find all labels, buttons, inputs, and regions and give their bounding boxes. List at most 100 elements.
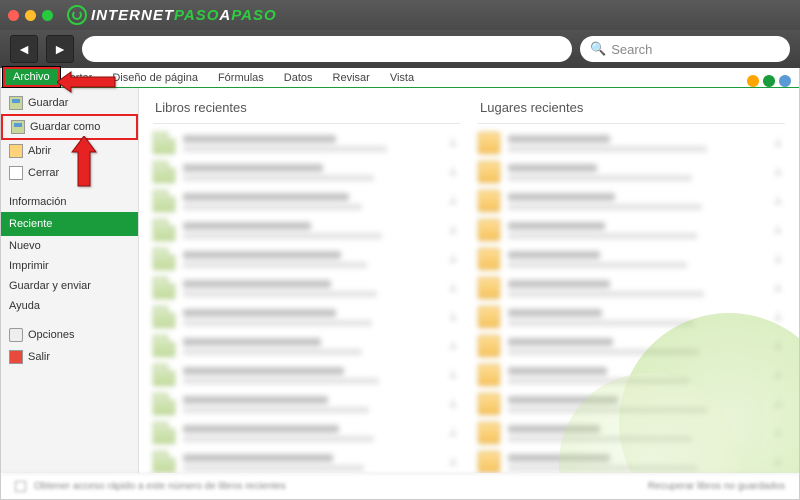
annotation-arrow-guardar-como bbox=[71, 136, 97, 193]
tab-vista[interactable]: Vista bbox=[380, 69, 424, 87]
folder-icon bbox=[478, 335, 500, 357]
list-item[interactable]: ⟂ bbox=[153, 420, 460, 446]
pin-icon[interactable]: ⟂ bbox=[446, 426, 460, 440]
folder-icon bbox=[478, 422, 500, 444]
menu-opciones[interactable]: Opciones bbox=[1, 324, 138, 346]
folder-icon bbox=[478, 364, 500, 386]
pin-icon[interactable]: ⟂ bbox=[446, 310, 460, 324]
minimize-window-icon[interactable] bbox=[25, 10, 36, 21]
ribbon-icon-2[interactable] bbox=[763, 75, 775, 87]
excel-file-icon bbox=[153, 132, 175, 154]
list-item[interactable]: ⟂ bbox=[153, 246, 460, 272]
tab-diseno[interactable]: Diseño de página bbox=[102, 69, 208, 87]
browser-titlebar: INTERNETPASOAPASO bbox=[0, 0, 800, 30]
menu-cerrar[interactable]: Cerrar bbox=[1, 162, 138, 184]
pin-icon[interactable]: ⟂ bbox=[446, 455, 460, 469]
excel-file-icon bbox=[153, 248, 175, 270]
excel-file-icon bbox=[153, 219, 175, 241]
excel-file-icon bbox=[153, 393, 175, 415]
pin-icon[interactable]: ⟂ bbox=[771, 368, 785, 382]
list-item[interactable]: ⟂ bbox=[153, 362, 460, 388]
pin-icon[interactable]: ⟂ bbox=[446, 136, 460, 150]
menu-nuevo[interactable]: Nuevo bbox=[1, 236, 138, 256]
tab-revisar[interactable]: Revisar bbox=[323, 69, 380, 87]
folder-icon bbox=[478, 132, 500, 154]
menu-imprimir-label: Imprimir bbox=[9, 260, 49, 272]
quick-access-checkbox[interactable] bbox=[15, 481, 26, 492]
pin-icon[interactable]: ⟂ bbox=[771, 252, 785, 266]
pin-icon[interactable]: ⟂ bbox=[771, 397, 785, 411]
close-window-icon[interactable] bbox=[8, 10, 19, 21]
list-item[interactable]: ⟂ bbox=[153, 130, 460, 156]
list-item[interactable]: ⟂ bbox=[153, 275, 460, 301]
back-button[interactable]: ◄ bbox=[10, 35, 38, 63]
pin-icon[interactable]: ⟂ bbox=[771, 310, 785, 324]
maximize-window-icon[interactable] bbox=[42, 10, 53, 21]
list-item[interactable]: ⟂ bbox=[153, 159, 460, 185]
pin-icon[interactable]: ⟂ bbox=[771, 339, 785, 353]
list-item[interactable]: ⟂ bbox=[153, 333, 460, 359]
list-item[interactable]: ⟂ bbox=[478, 130, 785, 156]
list-item[interactable]: ⟂ bbox=[478, 246, 785, 272]
forward-button[interactable]: ► bbox=[46, 35, 74, 63]
menu-reciente[interactable]: Reciente bbox=[1, 212, 138, 236]
pin-icon[interactable]: ⟂ bbox=[446, 368, 460, 382]
help-icon[interactable] bbox=[779, 75, 791, 87]
menu-informacion-label: Información bbox=[9, 196, 66, 208]
pin-icon[interactable]: ⟂ bbox=[446, 223, 460, 237]
menu-guardar-como[interactable]: Guardar como bbox=[1, 114, 138, 140]
excel-file-icon bbox=[153, 306, 175, 328]
list-item[interactable]: ⟂ bbox=[478, 391, 785, 417]
list-item[interactable]: ⟂ bbox=[478, 217, 785, 243]
excel-file-icon bbox=[153, 335, 175, 357]
pin-icon[interactable]: ⟂ bbox=[446, 194, 460, 208]
save-icon bbox=[9, 96, 23, 110]
recent-books-list: ⟂ ⟂ ⟂ ⟂ ⟂ ⟂ ⟂ ⟂ ⟂ ⟂ ⟂ ⟂ bbox=[153, 130, 460, 473]
menu-guardar-enviar-label: Guardar y enviar bbox=[9, 280, 91, 292]
list-item[interactable]: ⟂ bbox=[153, 188, 460, 214]
tab-archivo[interactable]: Archivo bbox=[3, 67, 60, 87]
pin-icon[interactable]: ⟂ bbox=[771, 223, 785, 237]
tab-formulas[interactable]: Fórmulas bbox=[208, 69, 274, 87]
menu-informacion[interactable]: Información bbox=[1, 192, 138, 212]
pin-icon[interactable]: ⟂ bbox=[771, 281, 785, 295]
list-item[interactable]: ⟂ bbox=[478, 420, 785, 446]
list-item[interactable]: ⟂ bbox=[153, 449, 460, 473]
list-item[interactable]: ⟂ bbox=[153, 391, 460, 417]
tab-datos[interactable]: Datos bbox=[274, 69, 323, 87]
list-item[interactable]: ⟂ bbox=[478, 159, 785, 185]
pin-icon[interactable]: ⟂ bbox=[446, 397, 460, 411]
ribbon-tabs: Archivo ertar Diseño de página Fórmulas … bbox=[1, 68, 799, 88]
pin-icon[interactable]: ⟂ bbox=[446, 252, 460, 266]
pin-icon[interactable]: ⟂ bbox=[771, 136, 785, 150]
pin-icon[interactable]: ⟂ bbox=[446, 165, 460, 179]
url-bar[interactable] bbox=[82, 36, 572, 62]
pin-icon[interactable]: ⟂ bbox=[446, 281, 460, 295]
window-controls[interactable] bbox=[8, 10, 53, 21]
pin-icon[interactable]: ⟂ bbox=[771, 426, 785, 440]
menu-ayuda-label: Ayuda bbox=[9, 300, 40, 312]
list-item[interactable]: ⟂ bbox=[478, 333, 785, 359]
pin-icon[interactable]: ⟂ bbox=[771, 194, 785, 208]
list-item[interactable]: ⟂ bbox=[478, 188, 785, 214]
ribbon-icon-1[interactable] bbox=[747, 75, 759, 87]
menu-imprimir[interactable]: Imprimir bbox=[1, 256, 138, 276]
list-item[interactable]: ⟂ bbox=[478, 304, 785, 330]
recent-pane: Libros recientes ⟂ ⟂ ⟂ ⟂ ⟂ ⟂ ⟂ ⟂ ⟂ ⟂ ⟂ ⟂ bbox=[139, 88, 799, 473]
pin-icon[interactable]: ⟂ bbox=[771, 455, 785, 469]
menu-guardar-enviar[interactable]: Guardar y enviar bbox=[1, 276, 138, 296]
list-item[interactable]: ⟂ bbox=[478, 362, 785, 388]
recent-books-column: Libros recientes ⟂ ⟂ ⟂ ⟂ ⟂ ⟂ ⟂ ⟂ ⟂ ⟂ ⟂ ⟂ bbox=[153, 96, 460, 465]
list-item[interactable]: ⟂ bbox=[153, 304, 460, 330]
list-item[interactable]: ⟂ bbox=[478, 275, 785, 301]
menu-abrir[interactable]: Abrir bbox=[1, 140, 138, 162]
list-item[interactable]: ⟂ bbox=[478, 449, 785, 473]
menu-ayuda[interactable]: Ayuda bbox=[1, 296, 138, 316]
footer-right-text[interactable]: Recuperar libros no guardados bbox=[648, 481, 785, 492]
list-item[interactable]: ⟂ bbox=[153, 217, 460, 243]
close-file-icon bbox=[9, 166, 23, 180]
pin-icon[interactable]: ⟂ bbox=[771, 165, 785, 179]
pin-icon[interactable]: ⟂ bbox=[446, 339, 460, 353]
menu-salir[interactable]: Salir bbox=[1, 346, 138, 368]
search-box[interactable]: 🔍 Search bbox=[580, 36, 790, 62]
